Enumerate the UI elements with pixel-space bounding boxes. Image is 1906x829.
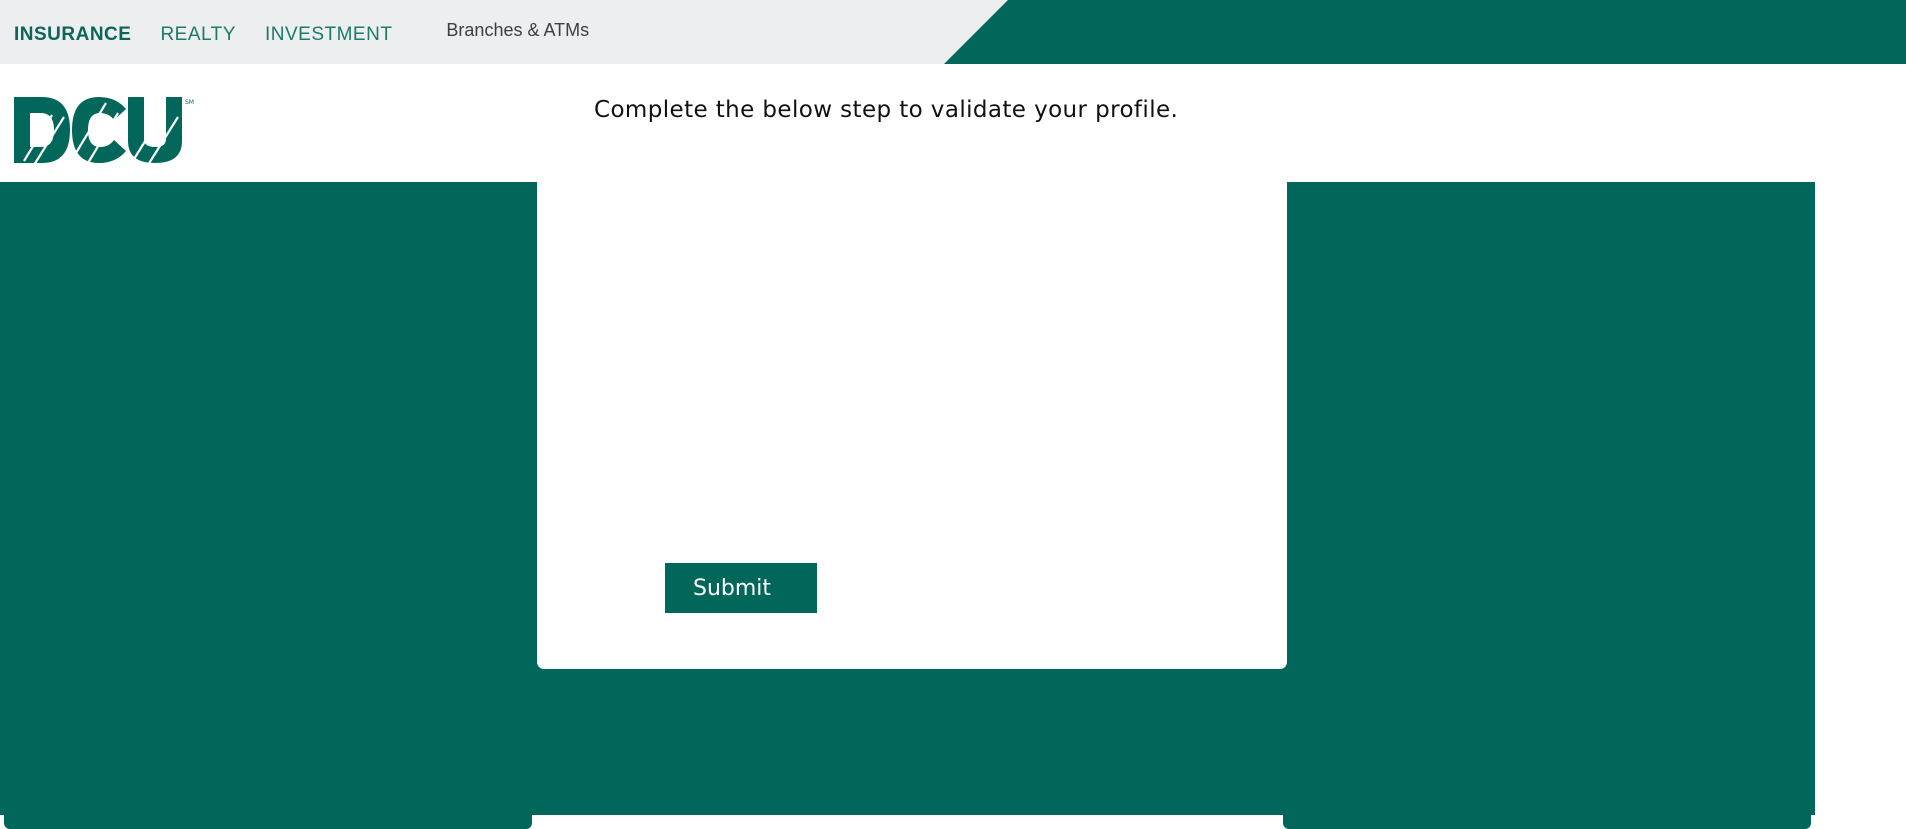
green-band-footer-right xyxy=(1283,800,1811,829)
submit-button[interactable]: Submit xyxy=(665,563,817,613)
top-utility-bar: INSURANCE REALTY INVESTMENT Branches & A… xyxy=(0,0,1906,64)
dcu-logo[interactable]: SM xyxy=(14,95,200,166)
nav-realty-link[interactable]: REALTY xyxy=(160,24,236,46)
nav-investment-link[interactable]: INVESTMENT xyxy=(265,24,392,46)
page: INSURANCE REALTY INVESTMENT Branches & A… xyxy=(0,0,1906,829)
page-heading: Complete the below step to validate your… xyxy=(594,97,1179,123)
top-navigation: INSURANCE REALTY INVESTMENT Branches & A… xyxy=(14,20,618,46)
bottom-white-strip xyxy=(532,815,1283,829)
nav-insurance-link[interactable]: INSURANCE xyxy=(14,24,131,46)
green-band-footer-left xyxy=(4,800,532,829)
branches-atms-link[interactable]: Branches & ATMs xyxy=(446,20,589,41)
service-mark: SM xyxy=(185,99,194,106)
validation-card xyxy=(537,170,1287,669)
dcu-logo-graphic: SM xyxy=(14,97,194,166)
